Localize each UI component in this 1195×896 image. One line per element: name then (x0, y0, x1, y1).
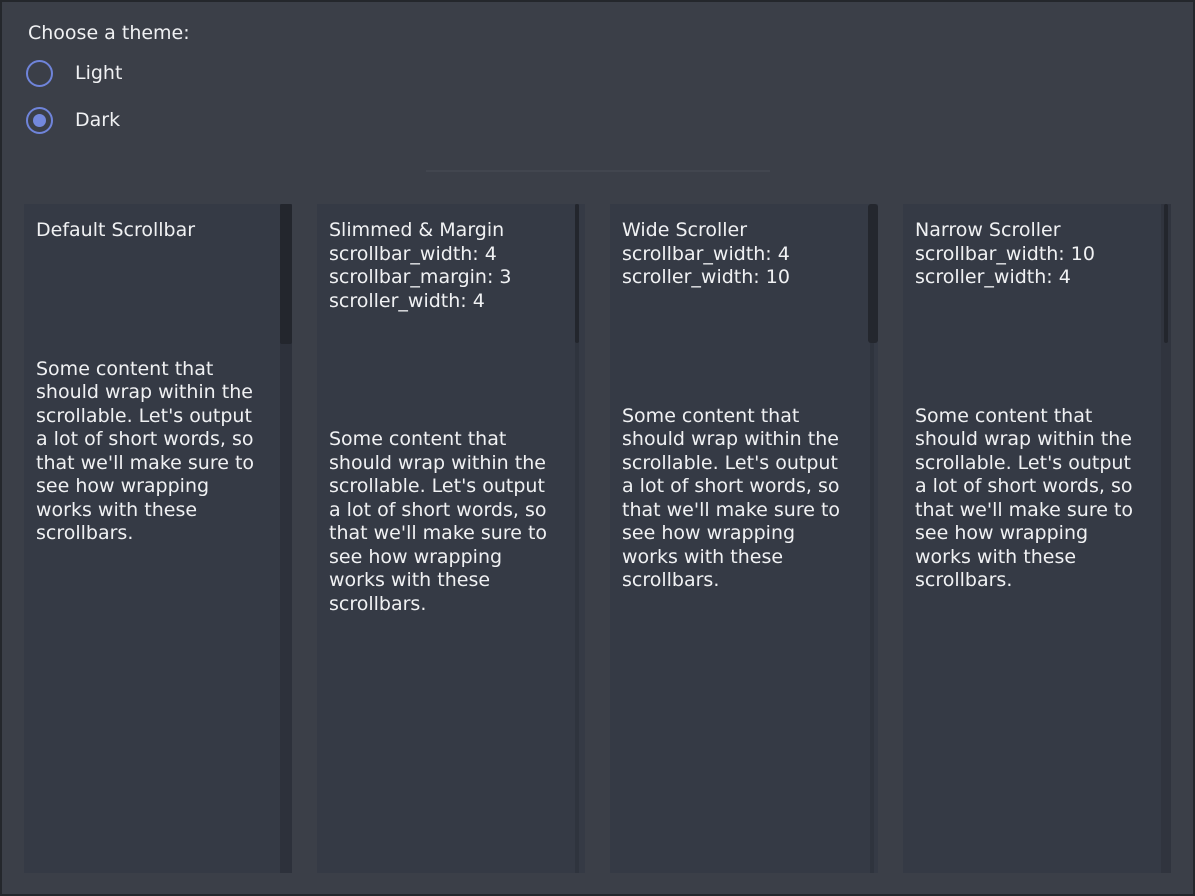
radio-unselected-icon[interactable] (26, 60, 53, 87)
panel-wide-scroller[interactable]: Wide Scroller scrollbar_width: 4 scrolle… (610, 204, 878, 873)
panel-title: Narrow Scroller (915, 219, 1171, 243)
panel-content: Slimmed & Margin scrollbar_width: 4 scro… (317, 204, 585, 616)
panel-content: Wide Scroller scrollbar_width: 4 scrolle… (610, 204, 878, 593)
panel-body-text: Some content that should wrap within the… (36, 358, 262, 546)
panel-default-scrollbar[interactable]: Default Scrollbar Some content that shou… (24, 204, 292, 873)
panel-param: scroller_width: 4 (329, 290, 585, 314)
panel-param: scrollbar_width: 4 (622, 243, 878, 267)
panel-narrow-scroller[interactable]: Narrow Scroller scrollbar_width: 10 scro… (903, 204, 1171, 873)
panel-content: Narrow Scroller scrollbar_width: 10 scro… (903, 204, 1171, 593)
panel-slimmed-margin[interactable]: Slimmed & Margin scrollbar_width: 4 scro… (317, 204, 585, 873)
scrollbar-thumb[interactable] (575, 204, 579, 343)
theme-option-dark-label[interactable]: Dark (75, 109, 120, 131)
panel-content: Default Scrollbar Some content that shou… (24, 204, 292, 546)
panel-param: scrollbar_margin: 3 (329, 266, 585, 290)
panel-title: Wide Scroller (622, 219, 878, 243)
panel-title: Slimmed & Margin (329, 219, 585, 243)
scrollbar-demo-panels: Default Scrollbar Some content that shou… (2, 204, 1193, 873)
radio-selected-icon[interactable] (26, 107, 53, 134)
panel-body-text: Some content that should wrap within the… (622, 405, 848, 593)
theme-chooser-label: Choose a theme: (28, 21, 1193, 45)
divider (426, 170, 770, 172)
theme-option-light[interactable]: Light (28, 59, 1193, 87)
panel-body-text: Some content that should wrap within the… (915, 405, 1141, 593)
panel-param: scroller_width: 4 (915, 266, 1171, 290)
panel-body-text: Some content that should wrap within the… (329, 428, 555, 616)
theme-option-light-label[interactable]: Light (75, 62, 122, 84)
panel-title: Default Scrollbar (36, 219, 292, 243)
scrollbar-thumb[interactable] (1164, 204, 1168, 343)
theme-option-dark[interactable]: Dark (28, 106, 1193, 134)
scrollbar-thumb[interactable] (868, 204, 878, 343)
panel-param: scrollbar_width: 4 (329, 243, 585, 267)
app-window: Choose a theme: Light Dark Default Scrol… (0, 0, 1195, 896)
theme-chooser: Choose a theme: Light Dark (2, 2, 1193, 134)
radio-dot-icon (33, 114, 46, 127)
scrollbar-thumb[interactable] (280, 204, 292, 344)
panel-param: scrollbar_width: 10 (915, 243, 1171, 267)
panel-param: scroller_width: 10 (622, 266, 878, 290)
